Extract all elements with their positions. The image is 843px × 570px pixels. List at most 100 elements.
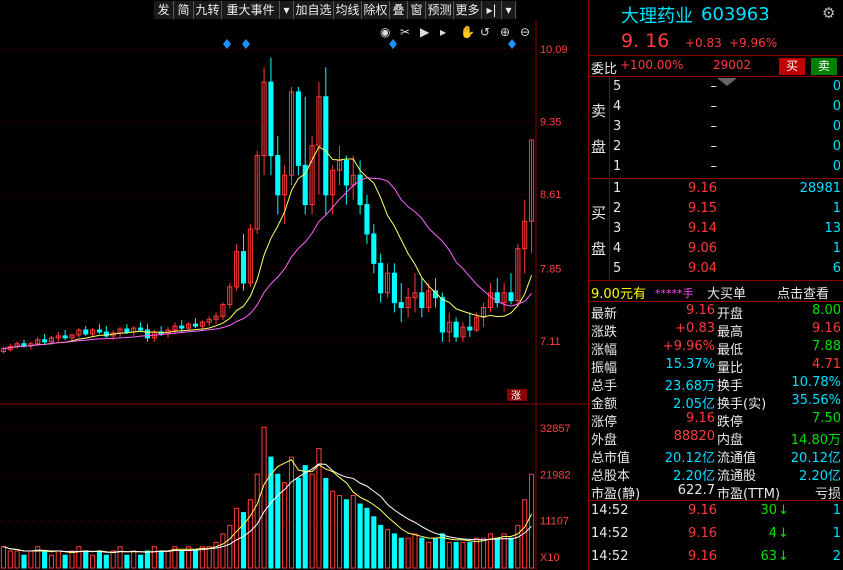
- volume-bar: [21, 554, 27, 569]
- sell-button[interactable]: 卖: [811, 58, 837, 75]
- jian-button[interactable]: 简: [174, 1, 194, 19]
- forward-icon[interactable]: ▸: [440, 25, 446, 39]
- limit-up-badge-label: 涨: [511, 390, 521, 402]
- divider: [589, 178, 843, 179]
- stat-label: 换手: [717, 379, 744, 394]
- tick-count: 1: [832, 526, 841, 541]
- candle-body: [343, 160, 349, 186]
- zoom-in-icon[interactable]: ⊕: [500, 25, 510, 39]
- bids-level: 3: [613, 221, 622, 236]
- stat-label: 流通股: [717, 469, 757, 484]
- stat-label: 换手(实): [717, 397, 767, 412]
- volume-bar: [295, 477, 301, 569]
- fa-button[interactable]: 发: [154, 1, 174, 19]
- divider: [609, 77, 610, 177]
- candle-body: [467, 326, 473, 331]
- collapse-arrow-icon[interactable]: [717, 78, 737, 86]
- stat-value: 20.12亿: [790, 451, 841, 466]
- candle-body: [268, 81, 274, 157]
- volume-bar: [419, 537, 425, 569]
- bids-level: 4: [613, 241, 622, 256]
- jiuzhuan-button[interactable]: 九转: [194, 1, 222, 19]
- stat-label: 振幅: [591, 361, 618, 376]
- hand-icon[interactable]: ✋: [460, 25, 475, 39]
- stat-value: +9.96%: [662, 339, 715, 354]
- tick-volume: 30: [760, 503, 777, 518]
- divider: [589, 280, 843, 281]
- volume-bar: [343, 499, 349, 569]
- volume-bar: [378, 524, 384, 569]
- stat-label: 涨停: [591, 415, 618, 430]
- eye-icon[interactable]: ◉: [380, 25, 390, 39]
- stat-label: 外盘: [591, 433, 618, 448]
- volume-bar: [453, 541, 459, 569]
- big-order-link[interactable]: 点击查看: [777, 283, 829, 302]
- stat-label: 金额: [591, 397, 618, 412]
- gear-icon[interactable]: ⚙: [822, 4, 835, 22]
- stat-value: 2.05亿: [673, 397, 715, 412]
- kline-chart[interactable]: 10.09 9.35 8.61 7.85 7.11 32857 21982 11107 X10 涨…: [0, 20, 588, 570]
- window-button[interactable]: 窗: [408, 1, 426, 19]
- stat-value: 9.16: [686, 303, 715, 318]
- chart-toolbar: 发简九转 重大事件 ▾ 加自选 均线 除权叠窗预测 更多 ▸| ▾: [0, 0, 588, 20]
- asks-price: –: [710, 139, 718, 154]
- stat-value: 15.37%: [665, 357, 715, 372]
- asks-price: –: [710, 159, 718, 174]
- volume-bar: [432, 537, 439, 569]
- ma-button[interactable]: 均线: [334, 1, 362, 19]
- stat-label: 内盘: [717, 433, 744, 448]
- stat-value: 14.80万: [790, 433, 841, 448]
- undo-icon[interactable]: ↺: [480, 25, 490, 39]
- volume-bar: [96, 550, 103, 569]
- tick-time: 14:52: [591, 549, 629, 564]
- weicha-value: 29002: [713, 58, 752, 72]
- candle-body: [275, 155, 281, 196]
- price-tick-label: 8.61: [540, 189, 561, 201]
- overlay-button[interactable]: 叠: [390, 1, 408, 19]
- major-events-button[interactable]: 重大事件: [222, 1, 280, 19]
- candle-body: [240, 251, 247, 284]
- bids-level: 5: [613, 261, 622, 276]
- more-button[interactable]: 更多: [454, 1, 482, 19]
- events-dropdown-button[interactable]: ▾: [280, 1, 294, 19]
- play-end-button[interactable]: ▸|: [482, 1, 502, 19]
- bids-level: 2: [613, 201, 622, 216]
- play-icon[interactable]: ▶: [420, 25, 430, 39]
- bids-volume: 1: [832, 241, 841, 256]
- big-order-price: 9.00元有: [591, 287, 646, 302]
- candle-body: [508, 292, 514, 302]
- forecast-button[interactable]: 预测: [426, 1, 454, 19]
- buy-button[interactable]: 买: [779, 58, 805, 75]
- stat-label: 总股本: [591, 469, 631, 484]
- candle-body: [364, 204, 370, 235]
- volume-bar: [364, 507, 370, 569]
- asks-level: 2: [613, 139, 622, 154]
- stat-value: 2.20亿: [799, 469, 841, 484]
- stat-value: 4.71: [812, 357, 841, 372]
- stat-value: 2.20亿: [673, 469, 715, 484]
- candle-body: [391, 272, 397, 304]
- candle-body: [371, 233, 377, 264]
- last-price: 9. 16: [621, 30, 670, 52]
- bid-label-bottom: 盘: [591, 240, 607, 258]
- big-order-stars: *****手: [655, 287, 694, 300]
- tick-count: 1: [832, 503, 841, 518]
- toolbar-dropdown-button[interactable]: ▾: [502, 1, 516, 19]
- volume-bar: [158, 550, 164, 569]
- add-watchlist-button[interactable]: 加自选: [294, 1, 334, 19]
- volume-bar: [103, 554, 109, 569]
- candle-body: [323, 96, 329, 196]
- tick-price: 9.16: [688, 549, 717, 564]
- scissors-icon[interactable]: ✂: [400, 25, 410, 39]
- volume-tick-label: 21982: [540, 469, 571, 481]
- bids-price: 9.04: [688, 261, 717, 276]
- volume-bar: [124, 554, 130, 569]
- volume-bar: [494, 537, 500, 569]
- ask-label-bottom: 盘: [591, 138, 607, 156]
- tick-count: 2: [832, 549, 841, 564]
- divider: [609, 179, 610, 279]
- exright-button[interactable]: 除权: [362, 1, 390, 19]
- zoom-out-icon[interactable]: ⊖: [520, 25, 530, 39]
- stat-label: 涨跌: [591, 325, 618, 340]
- stock-code: 603963: [701, 4, 770, 25]
